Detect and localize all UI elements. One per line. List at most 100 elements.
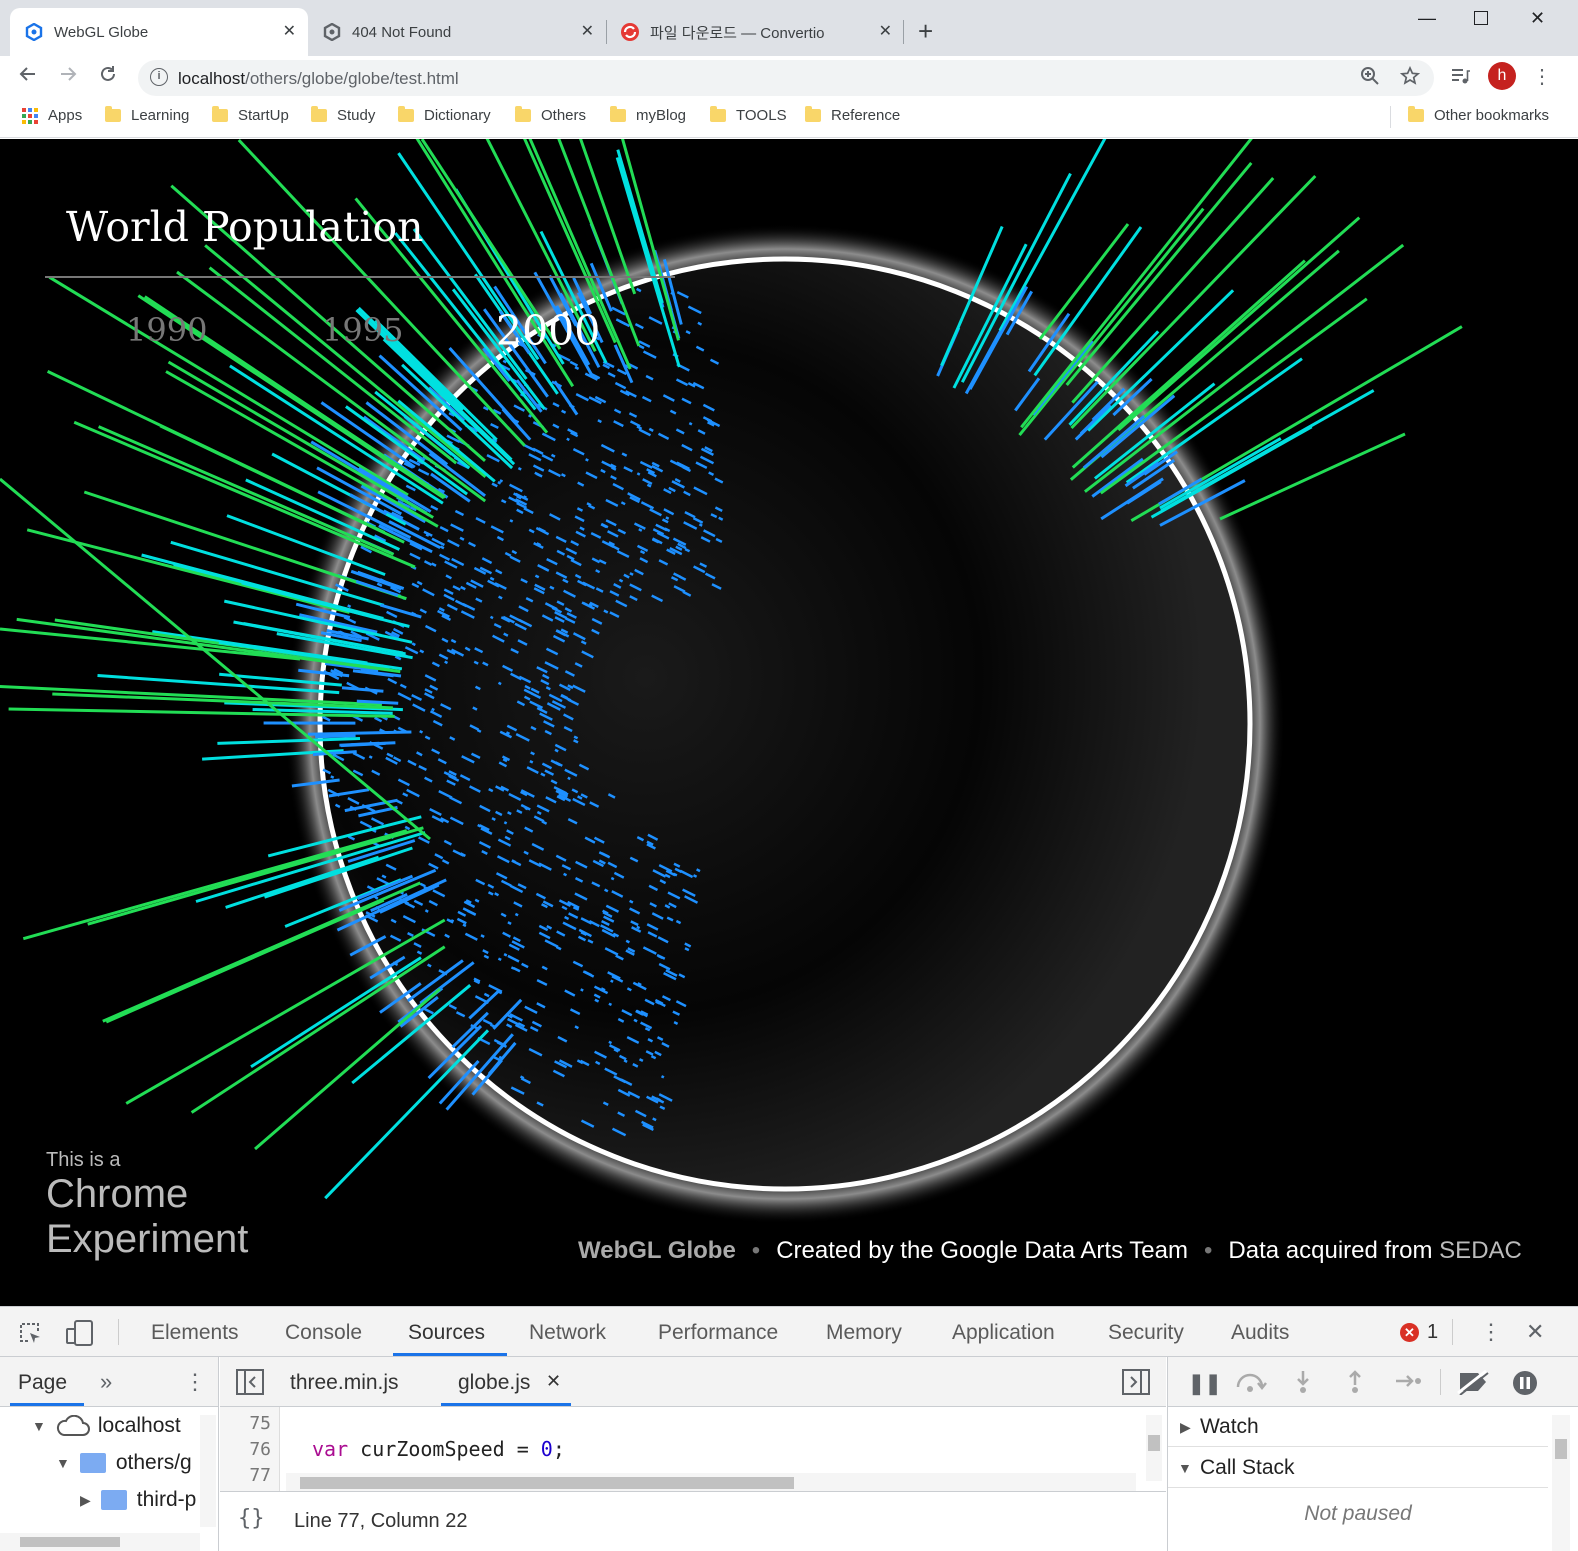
deactivate-breakpoints-icon[interactable]	[1456, 1369, 1490, 1400]
step-icon[interactable]	[1394, 1371, 1422, 1396]
bookmark-folder[interactable]: Dictionary	[398, 107, 491, 124]
close-tab-icon[interactable]: ✕	[283, 21, 296, 41]
more-tabs-chevron-icon[interactable]: »	[100, 1369, 112, 1395]
menu-kebab-icon[interactable]: ⋮	[1532, 64, 1552, 89]
site-info-icon[interactable]: i	[150, 68, 168, 86]
tab-security[interactable]: Security	[1108, 1321, 1184, 1345]
back-icon[interactable]	[18, 64, 38, 90]
other-bookmarks[interactable]: Other bookmarks	[1408, 107, 1549, 124]
pause-icon[interactable]: ❚❚	[1188, 1371, 1222, 1396]
tab-performance[interactable]: Performance	[658, 1321, 778, 1345]
navigator-header: Page » ⋮	[0, 1357, 218, 1407]
bookmark-folder[interactable]: myBlog	[610, 107, 686, 124]
globe-sphere	[320, 259, 1250, 1189]
navigator-tab-page[interactable]: Page	[18, 1371, 67, 1395]
reload-icon[interactable]	[98, 64, 118, 90]
inspect-element-icon[interactable]	[18, 1321, 42, 1350]
navigator-scrollbar[interactable]	[200, 1415, 216, 1527]
tab-console[interactable]: Console	[285, 1321, 362, 1345]
watch-section[interactable]: ▶ Watch	[1168, 1407, 1548, 1447]
bookmark-star-icon[interactable]	[1400, 66, 1420, 92]
bookmark-folder[interactable]: Others	[515, 107, 586, 124]
tab-404[interactable]: 404 Not Found ✕	[308, 8, 606, 56]
tab-convertio[interactable]: 파일 다운로드 — Convertio ✕	[606, 8, 904, 56]
error-counter[interactable]: ✕1	[1400, 1321, 1438, 1344]
land-dot	[348, 605, 351, 607]
land-dot	[506, 732, 509, 734]
tree-item-localhost[interactable]: ▼ localhost	[32, 1414, 181, 1438]
bookmark-folder[interactable]: Study	[311, 107, 375, 124]
maximize-icon[interactable]	[1474, 11, 1488, 25]
tree-item-others[interactable]: ▼ others/g	[56, 1451, 192, 1475]
address-bar[interactable]: i localhost/others/globe/globe/test.html	[138, 60, 1434, 96]
bookmark-folder[interactable]: Learning	[105, 107, 189, 124]
media-controls-icon[interactable]	[1450, 66, 1470, 92]
year-1995[interactable]: 1995	[322, 311, 403, 349]
device-toolbar-icon[interactable]	[66, 1320, 94, 1351]
land-dot	[719, 518, 723, 520]
editor-horizontal-scrollbar[interactable]	[286, 1473, 1136, 1491]
apps-grid-icon	[22, 108, 38, 124]
file-tab-three[interactable]: three.min.js	[290, 1371, 399, 1395]
editor-vertical-scrollbar[interactable]	[1146, 1415, 1162, 1481]
tree-item-third-party[interactable]: ▶ third-p	[80, 1488, 196, 1512]
land-dot	[425, 910, 428, 911]
navigator-horizontal-scrollbar[interactable]	[0, 1533, 200, 1551]
close-file-icon[interactable]: ✕	[546, 1371, 561, 1392]
land-dot	[637, 473, 640, 474]
tab-elements[interactable]: Elements	[151, 1321, 239, 1345]
tab-network[interactable]: Network	[529, 1321, 606, 1345]
land-dot	[376, 897, 378, 898]
debugger-scrollbar[interactable]	[1552, 1415, 1570, 1551]
avatar[interactable]: h	[1488, 62, 1516, 90]
new-tab-button[interactable]: +	[918, 18, 933, 44]
step-out-icon[interactable]	[1346, 1369, 1364, 1400]
tab-webgl-globe[interactable]: WebGL Globe ✕	[10, 8, 308, 56]
land-dot	[530, 761, 533, 762]
close-devtools-icon[interactable]: ✕	[1526, 1319, 1544, 1345]
land-dot	[666, 517, 669, 518]
toggle-debugger-icon[interactable]	[1122, 1369, 1150, 1400]
code-line-76[interactable]: var curZoomSpeed = 0;	[312, 1437, 565, 1461]
tab-audits[interactable]: Audits	[1231, 1321, 1289, 1345]
close-tab-icon[interactable]: ✕	[581, 21, 594, 41]
year-2000-selected[interactable]: 2000	[496, 307, 600, 355]
zoom-icon[interactable]	[1360, 66, 1380, 92]
call-stack-section[interactable]: ▼ Call Stack	[1168, 1448, 1548, 1488]
forward-icon[interactable]	[58, 64, 78, 90]
land-dot	[451, 920, 453, 921]
tab-sources[interactable]: Sources	[408, 1321, 485, 1345]
pretty-print-icon[interactable]: {}	[238, 1506, 265, 1531]
folder-icon	[610, 109, 626, 122]
chrome-experiment-badge[interactable]: This is a Chrome Experiment	[46, 1149, 248, 1262]
step-into-icon[interactable]	[1294, 1369, 1312, 1400]
land-dot	[499, 683, 502, 684]
file-tab-globe[interactable]: globe.js	[458, 1371, 530, 1395]
bookmark-folder[interactable]: Reference	[805, 107, 900, 124]
land-dot	[694, 875, 697, 877]
line-number-gutter: 75 76 77	[220, 1407, 280, 1491]
bookmark-folder[interactable]: StartUp	[212, 107, 289, 124]
navigator-menu-kebab-icon[interactable]: ⋮	[184, 1369, 206, 1395]
pause-on-exceptions-icon[interactable]	[1512, 1370, 1538, 1401]
bookmark-apps[interactable]: Apps	[22, 107, 82, 124]
land-dot	[647, 485, 651, 487]
tab-application[interactable]: Application	[952, 1321, 1055, 1345]
credit-team[interactable]: Created by the Google Data Arts Team	[776, 1237, 1188, 1264]
tab-memory[interactable]: Memory	[826, 1321, 902, 1345]
toggle-navigator-icon[interactable]	[236, 1369, 264, 1400]
devtools-menu-kebab-icon[interactable]: ⋮	[1480, 1319, 1502, 1345]
expand-triangle-icon: ▼	[1178, 1460, 1192, 1476]
folder-icon	[311, 109, 327, 122]
window-close-icon[interactable]: ✕	[1530, 8, 1545, 29]
land-dot	[581, 989, 584, 990]
minimize-icon[interactable]: —	[1418, 8, 1436, 29]
sedac-link[interactable]: SEDAC	[1439, 1237, 1522, 1264]
bookmark-folder[interactable]: TOOLS	[710, 107, 787, 124]
tab-title: 404 Not Found	[352, 24, 451, 41]
globe-visualization	[0, 139, 1578, 1306]
webgl-canvas[interactable]: World Population 1990 1995 2000 This is …	[0, 139, 1578, 1306]
close-tab-icon[interactable]: ✕	[879, 21, 892, 41]
step-over-icon[interactable]	[1234, 1371, 1268, 1398]
year-1990[interactable]: 1990	[126, 311, 207, 349]
